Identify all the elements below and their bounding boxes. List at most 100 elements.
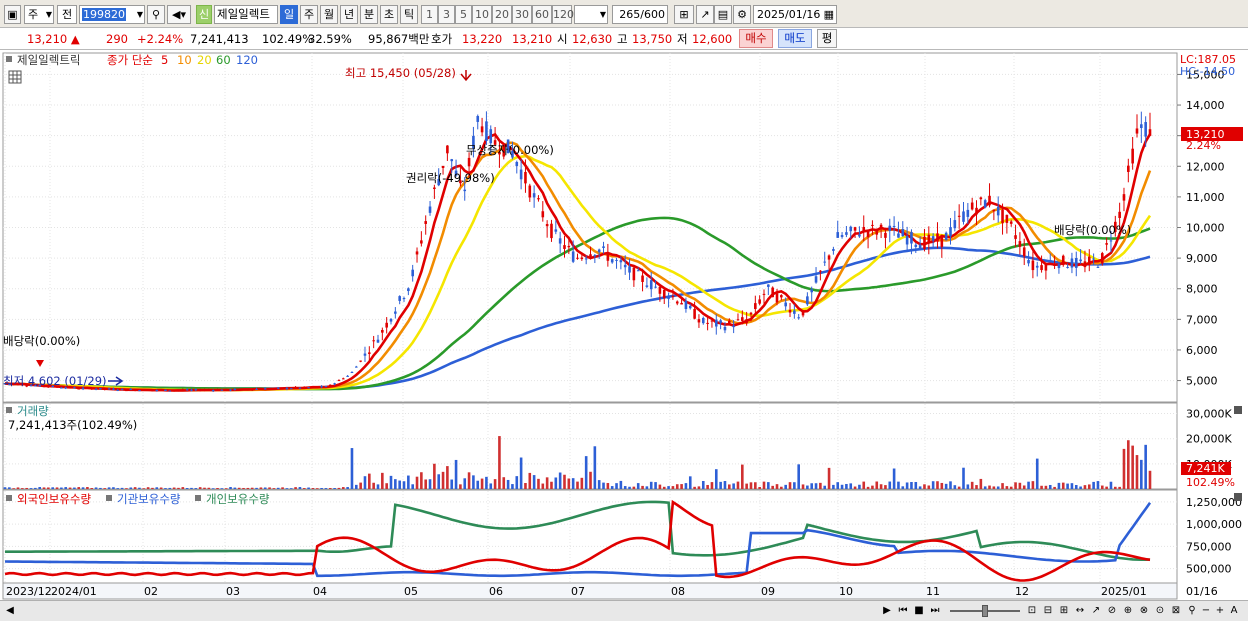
period-select[interactable]: 주 ▼ [24,5,54,24]
interval-5[interactable]: 5 [455,5,472,24]
volume-bar [606,483,610,489]
volume-bar [255,487,258,489]
scroll-right-icon[interactable]: ▶ [880,604,894,618]
panel-menu-icon[interactable] [6,495,12,501]
volume-bar [996,486,1000,489]
zoom-out-icon[interactable]: − [1199,604,1213,618]
x-tick-label: 05 [404,585,418,598]
layout-icon[interactable]: ⊞ [1057,604,1071,618]
ma-prefix-label: 종가 단순 [107,53,153,67]
count-input[interactable]: 265/600 [612,5,668,24]
stop-icon[interactable]: ■ [912,604,926,618]
interval-20[interactable]: 20 [492,5,512,24]
scale-icon[interactable]: ↔ [1073,604,1087,618]
layout-icon[interactable]: ⊟ [1041,604,1055,618]
gear-icon[interactable]: ⚙ [733,5,751,24]
zoom-in-icon[interactable]: + [1213,604,1227,618]
draw-icon[interactable]: ↗ [1089,604,1103,618]
volume-bar [736,481,740,489]
volume-bar [415,476,419,489]
candle-body [328,384,332,386]
tool-icon[interactable]: ⊠ [1169,604,1183,618]
tab-period-tick[interactable]: 틱 [400,5,418,24]
scroll-first-icon[interactable]: ⏮ [896,604,910,618]
stock-chart[interactable]: 15,00014,00013,00012,00011,00010,0009,00… [0,50,1248,600]
stock-code-input[interactable]: 199820 ▼ [79,5,145,24]
date-input[interactable]: 2025/01/16 ▦ [753,5,837,24]
tab-period-year[interactable]: 년 [340,5,358,24]
candle-body [584,258,588,260]
table-icon[interactable] [8,70,22,84]
interval-120[interactable]: 120 [552,5,574,24]
volume-bar [324,488,328,489]
tool-icon[interactable]: ⊙ [1153,604,1167,618]
tab-period-month[interactable]: 월 [320,5,338,24]
candle-body [710,320,714,322]
open-price: 12,630 [572,32,613,46]
open-label: 시 [557,32,568,46]
tool-icon[interactable]: ⊗ [1137,604,1151,618]
x-axis-frame [2,582,1178,600]
zoom-slider-handle[interactable] [982,605,988,617]
tab-period-minute[interactable]: 분 [360,5,378,24]
volume-bar [307,487,310,489]
volume-bar [407,475,410,489]
panel-menu-icon[interactable] [6,56,12,62]
tool-icon[interactable]: ⊘ [1105,604,1119,618]
candle-body [884,232,887,238]
indicator-icon[interactable]: ⊞ [674,5,694,24]
zoom-search-icon[interactable]: ⚲ [1185,604,1199,618]
candle-body [185,389,189,391]
layout-icon[interactable]: ⊡ [1025,604,1039,618]
close-icon[interactable] [1234,493,1242,501]
volume-bar [1040,485,1043,489]
candle-body [428,206,432,213]
scroll-last-icon[interactable]: ⏭ [928,604,942,618]
search-icon[interactable]: ⚲ [147,5,165,24]
interval-60[interactable]: 60 [532,5,552,24]
tab-period-week[interactable]: 주 [300,5,318,24]
speaker-icon[interactable]: ◀▾ [167,5,191,24]
eval-button[interactable]: 평 [817,29,837,48]
volume-bar [819,482,822,489]
interval-30[interactable]: 30 [512,5,532,24]
volume-bar [871,485,874,489]
chart-scrollbar[interactable]: ◀ ▶ ⏮ ■ ⏭ ⊡ ⊟ ⊞ ↔ ↗ ⊘ ⊕ ⊗ ⊙ ⊠ ⚲ − + A [0,600,1248,621]
scroll-left-icon[interactable]: ◀ [3,604,17,618]
interval-3[interactable]: 3 [438,5,455,24]
volume-bar [263,487,267,489]
interval-1[interactable]: 1 [421,5,438,24]
tool-icon[interactable]: ⊕ [1121,604,1135,618]
candle-body [1135,128,1139,134]
volume-bar [8,487,11,489]
interval-custom-select[interactable]: ▼ [574,5,608,24]
volume-bar [125,488,128,489]
window-icon[interactable]: ▣ [4,5,21,24]
candle-body [398,296,401,301]
candle-body [836,232,840,238]
candle-body [754,303,757,309]
candle-body [667,296,670,299]
ma-legend-5: 5 [161,53,168,67]
chart-area[interactable]: 15,00014,00013,00012,00011,00010,0009,00… [0,50,1248,600]
candle-body [524,171,527,184]
save-icon[interactable]: ▤ [714,5,732,24]
panel-menu-icon[interactable] [6,407,12,413]
volume-bar [454,459,458,489]
tab-period-second[interactable]: 초 [380,5,398,24]
text-size-icon[interactable]: A [1227,604,1241,618]
stock-name-field[interactable]: 제일일렉트 [214,5,278,24]
tab-period-day[interactable]: 일 [280,5,298,24]
drawing-icon[interactable]: ↗ [696,5,714,24]
volume-bar [220,488,224,489]
volume-bar [975,485,978,489]
volume-bar [1122,448,1126,489]
volume-bar [875,481,879,489]
interval-10[interactable]: 10 [472,5,492,24]
candle-body [875,231,879,235]
close-icon[interactable] [1234,406,1242,414]
buy-button[interactable]: 매수 [739,29,773,48]
sell-button[interactable]: 매도 [778,29,812,48]
prev-button[interactable]: 전 [57,5,77,24]
candle-body [181,389,185,391]
